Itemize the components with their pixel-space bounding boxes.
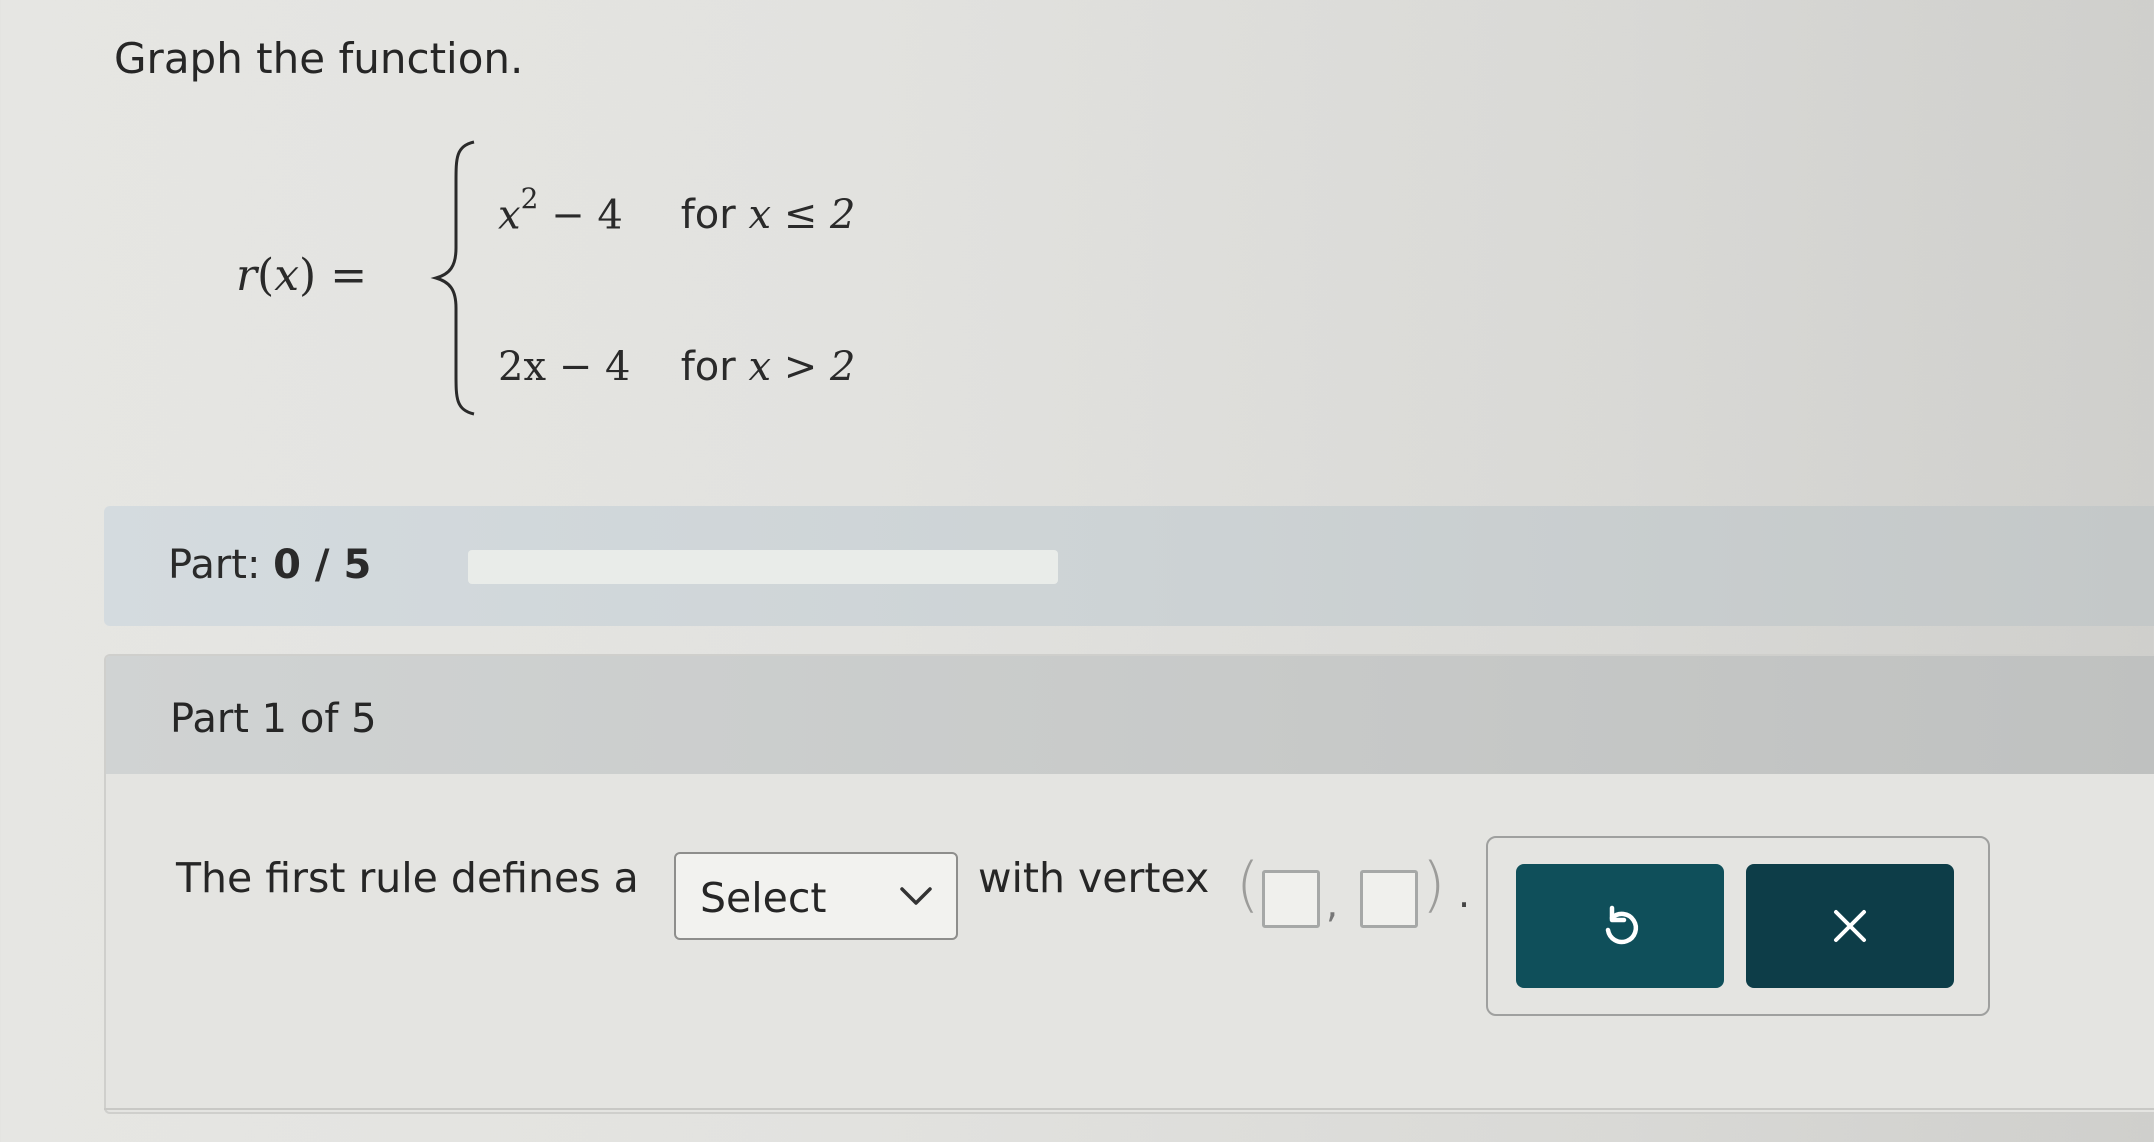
- function-lhs: r(x) =: [236, 250, 368, 301]
- part-header: Part 1 of 5: [106, 656, 2154, 774]
- vertex-x-input[interactable]: [1262, 870, 1320, 928]
- clear-button[interactable]: [1746, 864, 1954, 988]
- instruction-text: Graph the function.: [114, 34, 524, 83]
- left-brace: [430, 140, 475, 416]
- progress-section: Part: 0 / 5: [104, 506, 2154, 626]
- question-prefix: The first rule defines a: [176, 854, 639, 902]
- progress-label: Part: 0 / 5: [168, 542, 372, 588]
- undo-icon: [1605, 905, 1639, 945]
- action-card: [1486, 836, 1990, 1016]
- question-suffix: with vertex: [978, 854, 1210, 902]
- case-1-condition: for x ≤ 2: [680, 192, 856, 239]
- chevron-down-icon: [900, 887, 932, 905]
- select-value: Select: [700, 874, 827, 922]
- part-panel: Part 1 of 5 The first rule defines a Sel…: [104, 654, 2154, 1114]
- part-title: Part 1 of 5: [170, 696, 377, 742]
- shape-select[interactable]: Select: [674, 852, 958, 940]
- case-1-expression: x2 − 4: [498, 182, 623, 239]
- function-name: r: [236, 250, 258, 301]
- vertex-y-input[interactable]: [1360, 870, 1418, 928]
- piecewise-function: r(x) = x2 − 4 for x ≤ 2 2x − 4 for x > 2: [236, 138, 956, 428]
- case-2-condition: for x > 2: [680, 344, 856, 390]
- undo-button[interactable]: [1516, 864, 1724, 988]
- progress-track: [468, 550, 1058, 584]
- case-1: x2 − 4 for x ≤ 2: [498, 182, 856, 239]
- function-variable: x: [274, 250, 300, 301]
- divider: [104, 1108, 2154, 1110]
- close-icon: [1834, 910, 1866, 942]
- case-2: 2x − 4 for x > 2: [498, 344, 855, 390]
- progress-value: 0 / 5: [273, 542, 372, 588]
- case-2-expression: 2x − 4: [498, 344, 631, 390]
